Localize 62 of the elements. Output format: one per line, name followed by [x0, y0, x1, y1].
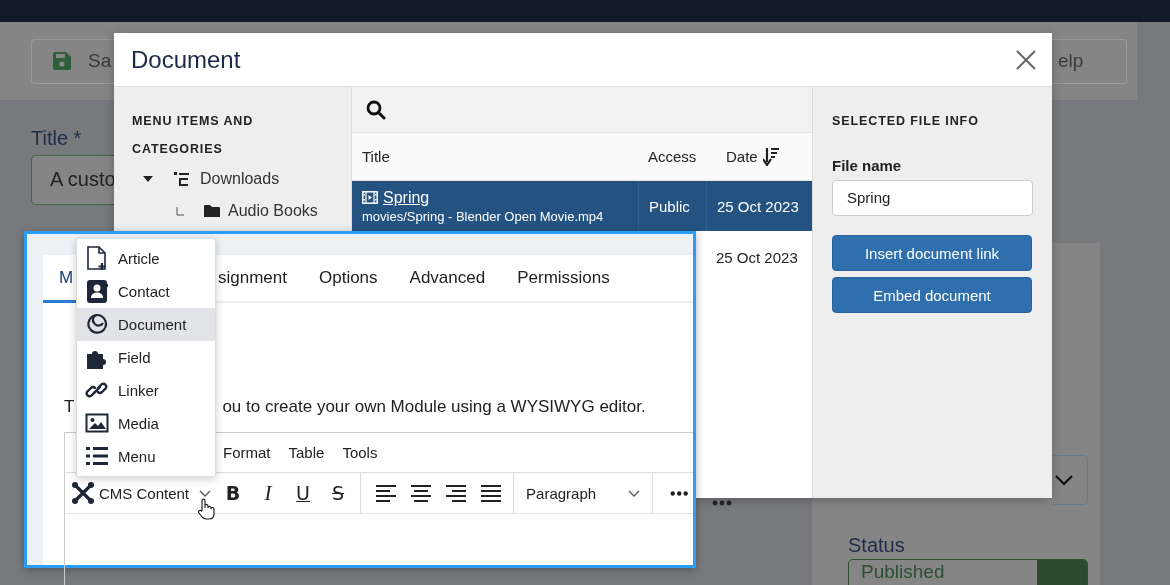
menu-item[interactable]: Table — [288, 444, 325, 461]
menu-item[interactable]: Document — [77, 308, 215, 341]
format-button[interactable]: U — [294, 482, 313, 504]
chevron-down-icon — [627, 489, 640, 497]
cross-logo-icon — [71, 481, 95, 505]
field-label: Title * — [31, 126, 82, 150]
table-cell-text: 25 Oct 2023 — [716, 248, 799, 266]
tab[interactable]: Options — [303, 255, 394, 303]
file-plus-icon — [85, 246, 109, 271]
column-header[interactable]: Title — [352, 148, 638, 165]
title-input[interactable]: A custo — [31, 155, 114, 205]
field-label: Status — [848, 533, 905, 557]
description-text: T — [64, 397, 75, 418]
table-cell-text: 25 Oct 2023 — [717, 197, 800, 215]
tab[interactable]: Advanced — [393, 255, 502, 303]
block-format-select[interactable]: Paragraph — [514, 473, 653, 513]
cms-content-button[interactable]: CMS Content — [65, 473, 218, 513]
section-heading: SELECTED FILE INFO — [832, 113, 980, 130]
file-link[interactable]: Spring — [383, 188, 430, 207]
menu-item[interactable]: Contact — [77, 275, 215, 308]
file-path: movies/Spring - Blender Open Movie.mp4 — [362, 208, 605, 224]
contact-card-icon — [85, 279, 109, 304]
menu-item[interactable]: Article — [77, 242, 215, 275]
chevron-down-icon — [199, 489, 212, 497]
film-icon — [362, 191, 378, 204]
tab[interactable]: Permissions — [501, 255, 626, 303]
image-icon — [85, 411, 109, 436]
modal-title: Document — [131, 45, 241, 74]
menu-item[interactable]: Menu — [77, 440, 215, 473]
menu-item[interactable]: Linker — [77, 374, 215, 407]
align-right-icon[interactable] — [446, 484, 467, 502]
align-justify-icon[interactable] — [481, 484, 502, 502]
action-button[interactable]: Embed document — [832, 277, 1032, 313]
tree-item[interactable]: Audio Books — [228, 202, 318, 220]
tree-line-icon — [176, 206, 184, 216]
sort-descending-icon[interactable] — [762, 147, 779, 166]
align-center-icon[interactable] — [411, 484, 432, 502]
menu-item[interactable]: Format — [223, 444, 271, 461]
column-header[interactable]: Date — [716, 148, 758, 165]
section-heading: MENU ITEMS AND CATEGORIES — [132, 113, 255, 158]
menu-item[interactable]: Field — [77, 341, 215, 374]
format-button[interactable]: B — [224, 482, 243, 504]
table-cell-text: Public — [649, 197, 691, 215]
caret-down-icon[interactable] — [143, 176, 153, 182]
search-icon[interactable] — [366, 99, 386, 120]
table-row[interactable]: Spring movies/Spring - Blender Open Movie.mp4 Public 25 Oct 2023 — [352, 181, 812, 231]
format-button[interactable]: S — [329, 482, 348, 504]
chevron-down-icon — [1055, 474, 1073, 486]
field-label: File name — [832, 157, 903, 174]
file-name-input[interactable]: Spring — [832, 180, 1033, 216]
format-button[interactable]: I — [259, 480, 278, 506]
tree-item[interactable]: Downloads — [200, 170, 280, 188]
description-text: ou to create your own Module using a WYSIWYG editor. — [222, 397, 646, 418]
swirl-icon — [85, 312, 109, 337]
column-header[interactable]: Access — [638, 148, 706, 165]
close-icon[interactable] — [1016, 49, 1036, 70]
list-tree-icon — [174, 171, 190, 187]
folder-icon — [204, 204, 220, 218]
menu-item[interactable]: Tools — [342, 444, 378, 461]
hand-cursor-icon — [197, 498, 215, 520]
action-button[interactable]: Insert document link — [832, 235, 1032, 271]
align-left-icon[interactable] — [376, 484, 397, 502]
